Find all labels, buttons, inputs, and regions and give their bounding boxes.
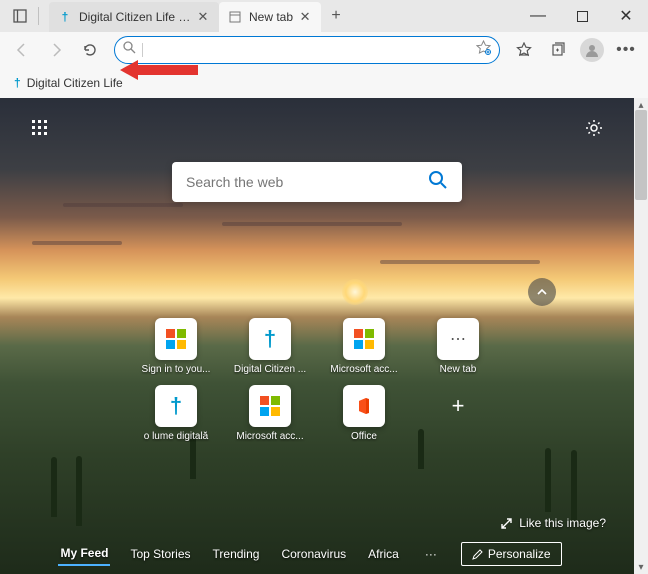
favorite-icon[interactable] [476, 40, 491, 60]
bookmark-digital-citizen[interactable]: † Digital Citizen Life [8, 72, 129, 94]
maximize-icon [577, 11, 588, 22]
feed-africa[interactable]: Africa [366, 543, 401, 565]
tile-microsoft-acc-2[interactable]: Microsoft acc... [230, 385, 310, 442]
forward-button[interactable] [40, 34, 72, 66]
pencil-icon [472, 549, 483, 560]
dagger-icon: † [170, 393, 182, 419]
ntp-search-box[interactable] [172, 162, 462, 202]
minimize-button[interactable]: — [516, 0, 560, 32]
scrollbar[interactable]: ▴ ▾ [634, 98, 648, 574]
feed-more-button[interactable]: ··· [419, 547, 443, 561]
collections-button[interactable] [542, 34, 574, 66]
dots-icon: ⋯ [450, 329, 466, 349]
feed-coronavirus[interactable]: Coronavirus [279, 543, 348, 565]
refresh-button[interactable] [74, 34, 106, 66]
bookmarks-bar: † Digital Citizen Life [0, 68, 648, 98]
microsoft-icon [166, 329, 186, 349]
close-icon[interactable]: ✕ [195, 9, 211, 25]
dagger-icon: † [14, 76, 21, 90]
expand-icon [500, 517, 513, 530]
page-icon [227, 9, 243, 25]
omnibox-input[interactable] [149, 43, 476, 58]
ntp-search-input[interactable] [186, 174, 428, 190]
divider [38, 7, 39, 25]
avatar-icon [580, 38, 604, 62]
maximize-button[interactable] [560, 0, 604, 32]
callout-arrow [120, 58, 200, 95]
forward-icon [48, 42, 64, 58]
microsoft-icon [260, 396, 280, 416]
dagger-icon: † [57, 9, 73, 25]
personalize-button[interactable]: Personalize [461, 542, 562, 566]
tile-office[interactable]: Office [324, 385, 404, 442]
scrollbar-thumb[interactable] [635, 110, 647, 200]
close-button[interactable]: ✕ [604, 0, 648, 32]
search-icon [123, 41, 136, 59]
tab-new-tab[interactable]: New tab ✕ [219, 2, 321, 32]
star-plus-icon [516, 42, 532, 58]
plus-icon: + [452, 393, 465, 419]
tab-title: Digital Citizen Life in a digital wo [79, 10, 191, 24]
tile-sign-in[interactable]: Sign in to you... [136, 318, 216, 375]
feed-top-stories[interactable]: Top Stories [128, 543, 192, 565]
feed-trending[interactable]: Trending [211, 543, 262, 565]
tab-tray-icon [13, 9, 27, 23]
dagger-icon: † [264, 326, 276, 352]
tab-title: New tab [249, 10, 293, 24]
chevron-up-icon [536, 286, 548, 298]
quick-links-grid: Sign in to you... †Digital Citizen ... M… [136, 318, 498, 442]
feed-my-feed[interactable]: My Feed [58, 542, 110, 566]
back-button[interactable] [6, 34, 38, 66]
tile-digital-citizen[interactable]: †Digital Citizen ... [230, 318, 310, 375]
new-tab-button[interactable]: + [321, 0, 351, 32]
refresh-icon [82, 42, 98, 58]
menu-button[interactable]: ••• [610, 34, 642, 66]
tab-digital-citizen[interactable]: † Digital Citizen Life in a digital wo ✕ [49, 2, 219, 32]
title-bar: † Digital Citizen Life in a digital wo ✕… [0, 0, 648, 32]
tile-new-tab[interactable]: ⋯New tab [418, 318, 498, 375]
tab-actions-icon[interactable] [6, 2, 34, 30]
microsoft-icon [354, 329, 374, 349]
feed-bar: My Feed Top Stories Trending Coronavirus… [0, 542, 620, 566]
settings-icon[interactable] [582, 116, 606, 140]
collections-icon [550, 42, 566, 58]
divider [142, 43, 143, 57]
search-icon[interactable] [428, 170, 448, 195]
collapse-tiles-button[interactable] [528, 278, 556, 306]
office-icon [354, 396, 374, 416]
like-image-button[interactable]: Like this image? [500, 516, 606, 530]
toolbar: ••• [0, 32, 648, 68]
profile-button[interactable] [576, 34, 608, 66]
tile-add[interactable]: + [418, 385, 498, 442]
favorites-button[interactable] [508, 34, 540, 66]
tile-microsoft-acc-1[interactable]: Microsoft acc... [324, 318, 404, 375]
scroll-down-icon[interactable]: ▾ [634, 560, 648, 574]
back-icon [14, 42, 30, 58]
new-tab-page: Sign in to you... †Digital Citizen ... M… [0, 98, 648, 574]
dots-icon: ••• [616, 41, 636, 59]
bookmark-label: Digital Citizen Life [27, 76, 123, 90]
app-launcher-icon[interactable] [28, 116, 52, 140]
tile-o-lume[interactable]: †o lume digitală [136, 385, 216, 442]
close-icon[interactable]: ✕ [297, 9, 313, 25]
